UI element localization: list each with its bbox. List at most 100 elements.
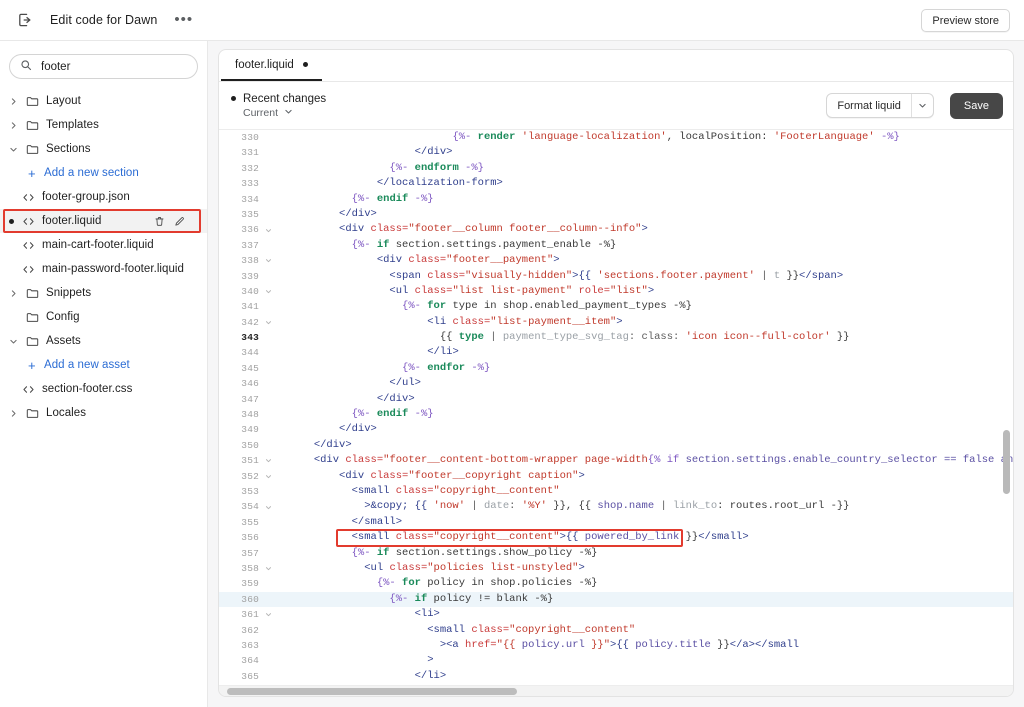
code-line[interactable]: 332 {%- endform -%}: [219, 161, 1013, 176]
code-line-text: <small class="copyright__content">{{ pow…: [351, 531, 749, 544]
fold-chevron-down-icon[interactable]: [263, 504, 274, 511]
code-line[interactable]: 331 </div>: [219, 145, 1013, 160]
code-line[interactable]: 359 {%- for policy in shop.policies -%}: [219, 576, 1013, 591]
fold-chevron-down-icon[interactable]: [263, 288, 274, 295]
code-line[interactable]: 353 <small class="copyright__content": [219, 484, 1013, 499]
sidebar-add-new-asset[interactable]: + Add a new asset: [0, 353, 207, 377]
more-options-icon[interactable]: •••: [171, 12, 196, 27]
format-liquid-chevron-down-icon[interactable]: [910, 94, 933, 117]
tab-footer-liquid[interactable]: footer.liquid: [221, 50, 322, 81]
code-line[interactable]: 357 {%- if section.settings.show_policy …: [219, 546, 1013, 561]
sidebar-folder-locales[interactable]: Locales: [0, 401, 207, 425]
code-line[interactable]: 363 ><a href="{{ policy.url }}">{{ polic…: [219, 638, 1013, 653]
code-line[interactable]: 339 <span class="visually-hidden">{{ 'se…: [219, 269, 1013, 284]
code-line[interactable]: 362 <small class="copyright__content": [219, 623, 1013, 638]
editor-tab-bar: footer.liquid: [219, 50, 1013, 82]
code-line[interactable]: 361 <li>: [219, 607, 1013, 622]
code-line[interactable]: 347 </div>: [219, 392, 1013, 407]
sidebar-folder-config[interactable]: Config: [0, 305, 207, 329]
code-line[interactable]: 341 {%- for type in shop.enabled_payment…: [219, 299, 1013, 314]
sidebar-folder-layout[interactable]: Layout: [0, 89, 207, 113]
sidebar-item-label: Add a new asset: [44, 359, 130, 371]
code-line[interactable]: 346 </ul>: [219, 376, 1013, 391]
fold-chevron-down-icon[interactable]: [263, 565, 274, 572]
sidebar-item-label: Sections: [46, 143, 91, 155]
fold-chevron-down-icon[interactable]: [263, 227, 274, 234]
code-line[interactable]: 355 </small>: [219, 515, 1013, 530]
code-line[interactable]: 365 </li>: [219, 669, 1013, 684]
sidebar-item-label: Add a new section: [44, 167, 139, 179]
code-line[interactable]: 333 </localization-form>: [219, 176, 1013, 191]
fold-chevron-down-icon[interactable]: [263, 319, 274, 326]
horizontal-scrollbar-thumb[interactable]: [227, 688, 517, 695]
line-number: 360: [241, 593, 259, 605]
line-number: 346: [241, 378, 259, 390]
line-number: 364: [241, 655, 259, 667]
chevron-right-icon[interactable]: [8, 120, 19, 131]
sidebar-folder-snippets[interactable]: Snippets: [0, 281, 207, 305]
save-button[interactable]: Save: [949, 92, 1003, 119]
version-selector[interactable]: Current: [231, 107, 326, 119]
code-scroll-region[interactable]: 330 {%- render 'language-localization', …: [219, 130, 1013, 685]
code-line[interactable]: 340 <ul class="list list-payment" role="…: [219, 284, 1013, 299]
format-liquid-button[interactable]: Format liquid: [827, 94, 911, 117]
code-line[interactable]: 364 >: [219, 653, 1013, 668]
sidebar-folder-assets[interactable]: Assets: [0, 329, 207, 353]
code-line[interactable]: 330 {%- render 'language-localization', …: [219, 130, 1013, 145]
code-line[interactable]: 337 {%- if section.settings.payment_enab…: [219, 238, 1013, 253]
chevron-down-icon[interactable]: [8, 144, 19, 155]
code-line[interactable]: 350 </div>: [219, 438, 1013, 453]
code-line[interactable]: 349 </div>: [219, 422, 1013, 437]
code-line[interactable]: 358 <ul class="policies list-unstyled">: [219, 561, 1013, 576]
search-box[interactable]: [9, 54, 198, 79]
vertical-scrollbar[interactable]: [1003, 430, 1010, 494]
chevron-down-icon[interactable]: [8, 336, 19, 347]
code-line[interactable]: 360 {%- if policy != blank -%}: [219, 591, 1013, 608]
code-line[interactable]: 343 {{ type | payment_type_svg_tag: clas…: [219, 330, 1013, 345]
sidebar-item-label: Snippets: [46, 287, 92, 299]
code-line[interactable]: 334 {%- endif -%}: [219, 192, 1013, 207]
code-line[interactable]: 336 <div class="footer__column footer__c…: [219, 222, 1013, 237]
code-line[interactable]: 354 >&copy; {{ 'now' | date: '%Y' }}, {{…: [219, 499, 1013, 514]
fold-chevron-down-icon[interactable]: [263, 611, 274, 618]
chevron-right-icon[interactable]: [8, 288, 19, 299]
code-line-text: <li class="list-payment__item">: [427, 315, 623, 328]
line-number: 333: [241, 178, 259, 190]
sidebar-add-new-section[interactable]: + Add a new section: [0, 161, 207, 185]
fold-chevron-down-icon[interactable]: [263, 473, 274, 480]
search-input[interactable]: [39, 59, 187, 74]
sidebar-folder-sections[interactable]: Sections: [0, 137, 207, 161]
code-line[interactable]: 342 <li class="list-payment__item">: [219, 315, 1013, 330]
code-line[interactable]: 352 <div class="footer__copyright captio…: [219, 469, 1013, 484]
chevron-right-icon[interactable]: [8, 96, 19, 107]
top-bar: Edit code for Dawn ••• Preview store: [0, 0, 1024, 41]
code-line[interactable]: 356 <small class="copyright__content">{{…: [219, 530, 1013, 545]
code-file-icon: [21, 215, 36, 228]
code-line[interactable]: 351 <div class="footer__content-bottom-w…: [219, 453, 1013, 468]
chevron-right-icon[interactable]: [8, 408, 19, 419]
sidebar-folder-templates[interactable]: Templates: [0, 113, 207, 137]
code-editor-area[interactable]: 330 {%- render 'language-localization', …: [219, 130, 1013, 685]
fold-chevron-down-icon[interactable]: [263, 257, 274, 264]
sidebar-file-main-cart-footer[interactable]: main-cart-footer.liquid: [0, 233, 207, 257]
code-line-text: {%- endif -%}: [351, 192, 434, 205]
rename-file-icon[interactable]: [174, 216, 185, 227]
code-line[interactable]: 338 <div class="footer__payment">: [219, 253, 1013, 268]
exit-icon[interactable]: [14, 9, 36, 31]
code-line[interactable]: 344 </li>: [219, 345, 1013, 360]
delete-file-icon[interactable]: [154, 216, 165, 227]
sidebar-file-main-password-footer[interactable]: main-password-footer.liquid: [0, 257, 207, 281]
sidebar-file-footer-liquid[interactable]: footer.liquid: [0, 209, 207, 233]
code-line[interactable]: 345 {%- endfor -%}: [219, 361, 1013, 376]
folder-icon: [25, 287, 40, 300]
tab-label: footer.liquid: [235, 58, 294, 71]
preview-store-button[interactable]: Preview store: [921, 9, 1010, 32]
editor-subbar: Recent changes Current Format liquid Sav…: [219, 82, 1013, 130]
code-line[interactable]: 348 {%- endif -%}: [219, 407, 1013, 422]
sidebar-file-section-footer-css[interactable]: section-footer.css: [0, 377, 207, 401]
code-line[interactable]: 335 </div>: [219, 207, 1013, 222]
fold-chevron-down-icon[interactable]: [263, 457, 274, 464]
sidebar-file-footer-group-json[interactable]: footer-group.json: [0, 185, 207, 209]
horizontal-scrollbar-track[interactable]: [219, 685, 1013, 696]
code-line-text: </li>: [414, 669, 447, 682]
